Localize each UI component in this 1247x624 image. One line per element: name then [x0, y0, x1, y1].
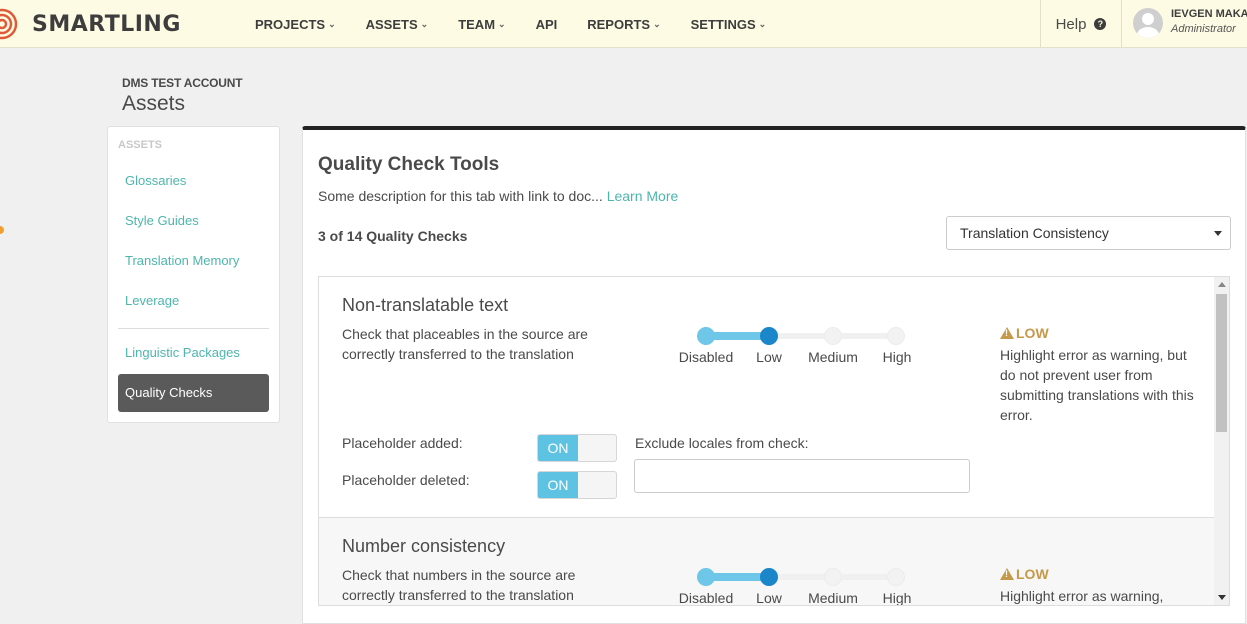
exclude-locales-input[interactable]: [634, 459, 970, 493]
user-role: Administrator: [1171, 23, 1236, 35]
placeholder-added-label: Placeholder added:: [342, 435, 463, 451]
severity-badge: LOW: [1000, 566, 1049, 582]
nav-label: REPORTS: [587, 16, 651, 32]
slider-label-low: Low: [756, 590, 782, 606]
top-bar: SMARTLING PROJECTS ⌄ ASSETS ⌄ TEAM ⌄ API RE…: [0, 0, 1247, 48]
sidebar-divider: [118, 328, 269, 329]
sidebar-item-linguistic-packages[interactable]: Linguistic Packages: [118, 334, 269, 372]
nav-settings[interactable]: SETTINGS ⌄: [691, 17, 767, 32]
warning-icon: [1000, 568, 1014, 580]
nav-reports[interactable]: REPORTS ⌄: [587, 17, 660, 32]
slider-label-medium: Medium: [808, 590, 858, 606]
chevron-down-icon: ⌄: [328, 18, 336, 29]
toggle-on-state: ON: [538, 435, 578, 461]
sidebar-item-leverage[interactable]: Leverage: [118, 282, 269, 320]
nav-label: ASSETS: [365, 16, 418, 32]
sidebar-item-glossaries[interactable]: Glossaries: [118, 162, 269, 200]
category-select[interactable]: Translation Consistency: [946, 216, 1231, 250]
avatar-icon: [1133, 8, 1163, 38]
slider-handle[interactable]: [760, 568, 778, 586]
feedback-tab[interactable]: [0, 226, 4, 234]
slider-label-high: High: [882, 349, 912, 365]
nav-api[interactable]: API: [536, 17, 558, 32]
chevron-down-icon: ⌄: [653, 18, 661, 29]
severity-slider[interactable]: Disabled Low Medium High: [679, 323, 919, 367]
section-title: Quality Check Tools: [318, 154, 500, 175]
description-text: Some description for this tab with link …: [318, 188, 603, 204]
severity-level: LOW: [1016, 325, 1049, 341]
slider-stop-medium[interactable]: [824, 327, 842, 345]
slider-label-medium: Medium: [808, 349, 858, 365]
scroll-down-arrow[interactable]: [1218, 595, 1226, 600]
toggle-on-state: ON: [538, 472, 578, 498]
sidebar-item-translation-memory[interactable]: Translation Memory: [118, 242, 269, 280]
checks-list: Non-translatable text Check that placeab…: [318, 276, 1230, 606]
category-select-value: Translation Consistency: [960, 225, 1109, 241]
user-menu[interactable]: IEVGEN MAKA Administrator: [1133, 8, 1247, 38]
help-button[interactable]: Help ?: [1040, 0, 1122, 48]
sidebar: ASSETS Glossaries Style Guides Translati…: [107, 126, 280, 423]
slider-label-high: High: [882, 590, 912, 606]
user-name: IEVGEN MAKA: [1171, 8, 1247, 20]
chevron-down-icon: ⌄: [420, 18, 429, 29]
nav-label: API: [535, 16, 558, 32]
slider-stop-disabled[interactable]: [697, 327, 715, 345]
nav-label: SETTINGS: [690, 16, 756, 32]
exclude-locales-label: Exclude locales from check:: [635, 435, 809, 451]
section-description: Some description for this tab with link …: [318, 188, 678, 204]
severity-slider[interactable]: Disabled Low Medium High: [679, 564, 919, 606]
sidebar-heading: ASSETS: [118, 139, 163, 151]
chevron-down-icon: ⌄: [498, 18, 506, 29]
check-description: Check that placeables in the source are …: [342, 326, 588, 362]
main-nav: PROJECTS ⌄ ASSETS ⌄ TEAM ⌄ API REPORTS ⌄ SET…: [255, 0, 796, 48]
help-icon: ?: [1094, 18, 1107, 30]
slider-label-disabled: Disabled: [678, 590, 734, 606]
severity-description: Highlight error as warning,: [1000, 588, 1164, 604]
nav-team[interactable]: TEAM ⌄: [458, 17, 505, 32]
checks-count: 3 of 14 Quality Checks: [318, 228, 468, 244]
scroll-up-arrow[interactable]: [1218, 282, 1226, 287]
scrollbar[interactable]: [1214, 277, 1229, 605]
nav-assets[interactable]: ASSETS ⌄: [366, 17, 429, 32]
severity-description: Highlight error as warning, but do not p…: [1000, 347, 1194, 423]
page-title: Assets: [122, 92, 186, 115]
help-label: Help: [1055, 15, 1087, 33]
slider-stop-high[interactable]: [887, 327, 905, 345]
slider-label-low: Low: [756, 349, 782, 365]
logo-icon: [0, 8, 18, 40]
placeholder-deleted-toggle[interactable]: ON: [537, 471, 617, 499]
slider-label-disabled: Disabled: [678, 349, 734, 365]
warning-icon: [1000, 327, 1014, 339]
sidebar-item-quality-checks[interactable]: Quality Checks: [118, 374, 269, 412]
severity-badge: LOW: [1000, 325, 1049, 341]
slider-handle[interactable]: [760, 327, 778, 345]
slider-stop-high[interactable]: [887, 568, 905, 586]
scroll-thumb[interactable]: [1216, 294, 1227, 432]
brand-logo[interactable]: SMARTLING: [0, 6, 181, 42]
caret-down-icon: [1214, 231, 1222, 236]
slider-stop-disabled[interactable]: [697, 568, 715, 586]
placeholder-added-toggle[interactable]: ON: [537, 434, 617, 462]
nav-projects[interactable]: PROJECTS ⌄: [255, 17, 336, 32]
slider-stop-medium[interactable]: [824, 568, 842, 586]
check-description: Check that numbers in the source are cor…: [342, 567, 576, 603]
check-title: Number consistency: [342, 536, 506, 556]
learn-more-link[interactable]: Learn More: [607, 188, 679, 204]
chevron-down-icon: ⌄: [758, 18, 767, 29]
account-name: DMS TEST ACCOUNT: [122, 76, 243, 90]
check-item: Non-translatable text Check that placeab…: [319, 277, 1214, 517]
nav-label: PROJECTS: [255, 16, 326, 32]
severity-level: LOW: [1016, 566, 1049, 582]
brand-name: SMARTLING: [32, 11, 181, 37]
nav-label: TEAM: [458, 16, 496, 32]
check-title: Non-translatable text: [342, 295, 509, 315]
placeholder-deleted-label: Placeholder deleted:: [342, 472, 470, 488]
sidebar-item-style-guides[interactable]: Style Guides: [118, 202, 269, 240]
main-panel: Quality Check Tools Some description for…: [302, 126, 1246, 624]
check-item: Number consistency Check that numbers in…: [319, 517, 1214, 606]
